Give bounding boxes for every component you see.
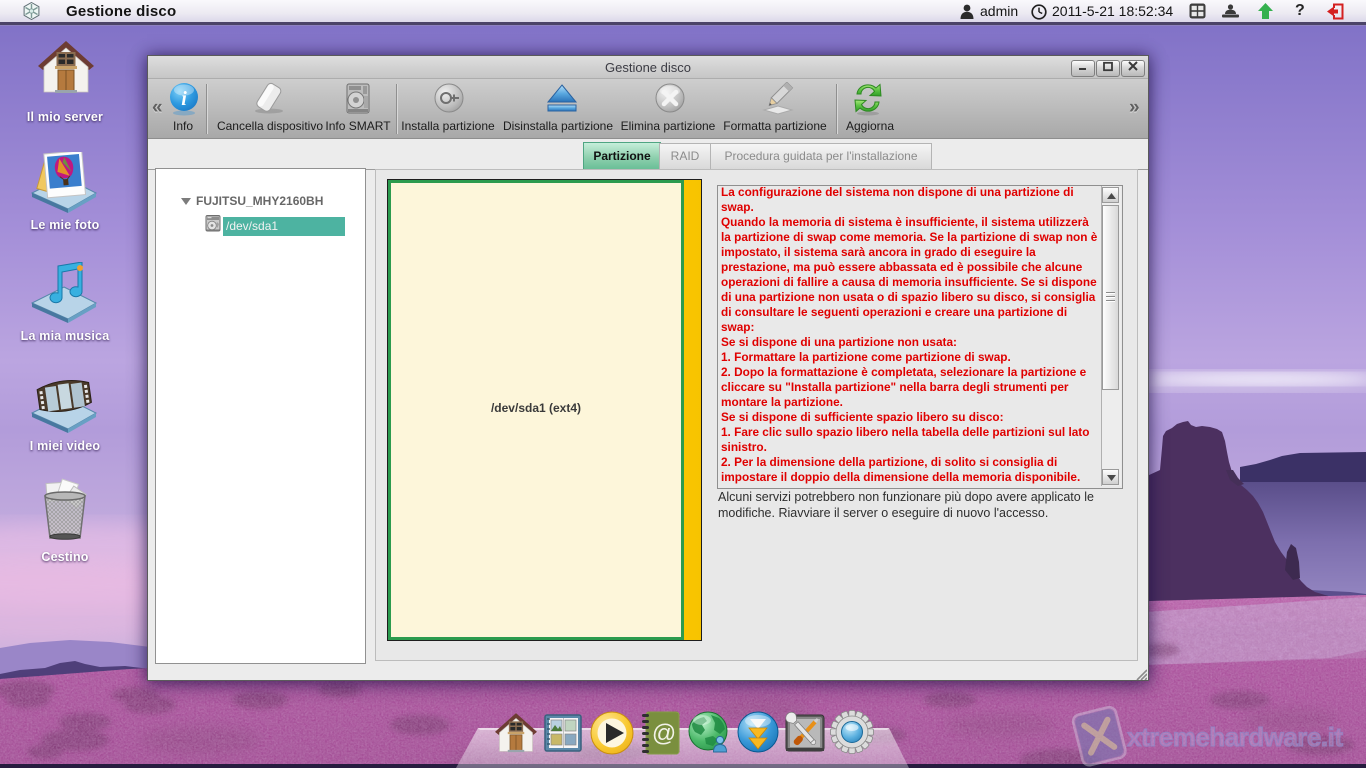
svg-text:@: @ <box>652 720 676 747</box>
svg-text:i: i <box>181 88 187 110</box>
svg-text:xtremehardware.it: xtremehardware.it <box>1127 722 1343 752</box>
